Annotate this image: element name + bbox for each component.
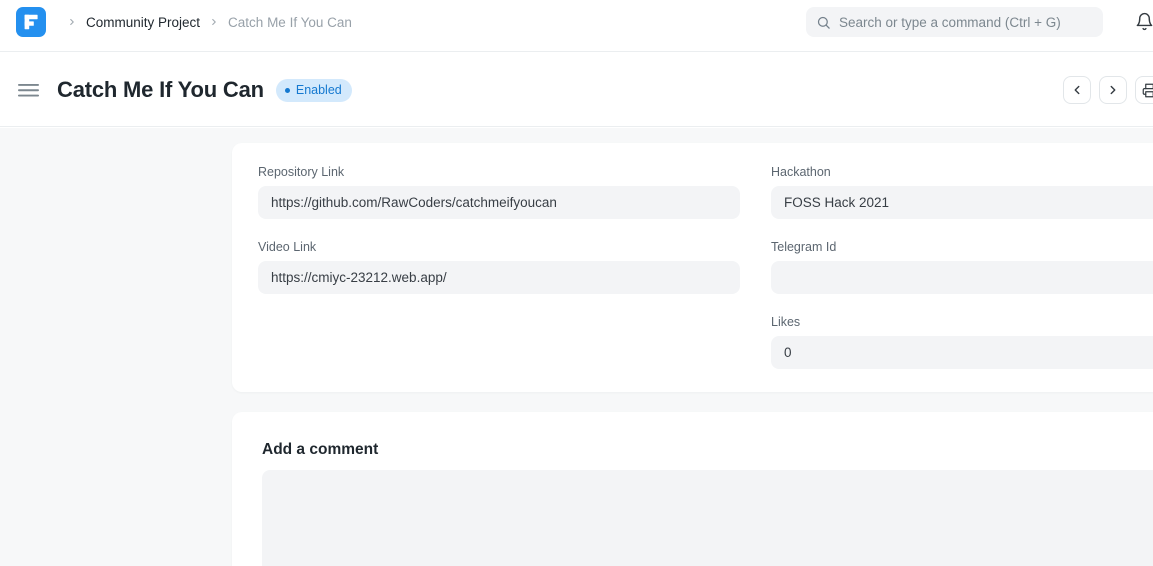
field-label: Video Link <box>258 239 740 255</box>
print-button[interactable] <box>1135 76 1153 104</box>
comment-section-card: Add a comment <box>232 412 1153 566</box>
breadcrumb-item-community-project[interactable]: Community Project <box>86 15 200 30</box>
field-hackathon: Hackathon <box>771 164 1153 219</box>
field-telegram-id: Telegram Id <box>771 239 1153 294</box>
repository-link-input[interactable] <box>258 186 740 219</box>
comment-input[interactable] <box>262 470 1153 566</box>
field-likes: Likes <box>771 314 1153 369</box>
breadcrumb: Community Project Catch Me If You Can <box>58 15 352 30</box>
page-header: Catch Me If You Can Enabled <box>0 53 1153 127</box>
frappe-logo[interactable] <box>16 7 46 37</box>
chevron-left-icon <box>1070 83 1084 97</box>
sidebar-toggle-icon[interactable] <box>18 84 39 97</box>
field-label: Hackathon <box>771 164 1153 180</box>
video-link-input[interactable] <box>258 261 740 294</box>
next-record-button[interactable] <box>1099 76 1127 104</box>
field-repository-link: Repository Link <box>258 164 740 219</box>
page-title: Catch Me If You Can <box>57 77 264 103</box>
status-badge-label: Enabled <box>296 83 342 97</box>
chevron-right-icon <box>209 17 219 27</box>
chevron-right-icon <box>67 17 77 27</box>
global-search[interactable] <box>806 7 1103 37</box>
search-input[interactable] <box>839 15 1093 30</box>
comment-section-heading: Add a comment <box>262 440 1153 460</box>
hackathon-input[interactable] <box>771 186 1153 219</box>
form-column-left: Repository Link Video Link <box>258 164 740 369</box>
notification-bell-icon[interactable] <box>1135 12 1153 36</box>
field-video-link: Video Link <box>258 239 740 294</box>
field-label: Likes <box>771 314 1153 330</box>
telegram-id-input[interactable] <box>771 261 1153 294</box>
form-body: Repository Link Video Link Hackathon Tel… <box>0 128 1153 566</box>
form-column-right: Hackathon Telegram Id Likes <box>771 164 1153 369</box>
chevron-right-icon <box>1106 83 1120 97</box>
frappe-logo-icon <box>16 7 46 37</box>
status-badge: Enabled <box>276 79 352 102</box>
likes-input[interactable] <box>771 336 1153 369</box>
field-label: Repository Link <box>258 164 740 180</box>
status-dot <box>285 88 290 93</box>
breadcrumb-item-current[interactable]: Catch Me If You Can <box>228 15 352 30</box>
form-section-card: Repository Link Video Link Hackathon Tel… <box>232 143 1153 392</box>
field-label: Telegram Id <box>771 239 1153 255</box>
header-actions <box>1063 76 1153 104</box>
search-icon <box>816 15 831 30</box>
top-navbar: Community Project Catch Me If You Can <box>0 0 1153 52</box>
prev-record-button[interactable] <box>1063 76 1091 104</box>
printer-icon <box>1142 83 1153 98</box>
